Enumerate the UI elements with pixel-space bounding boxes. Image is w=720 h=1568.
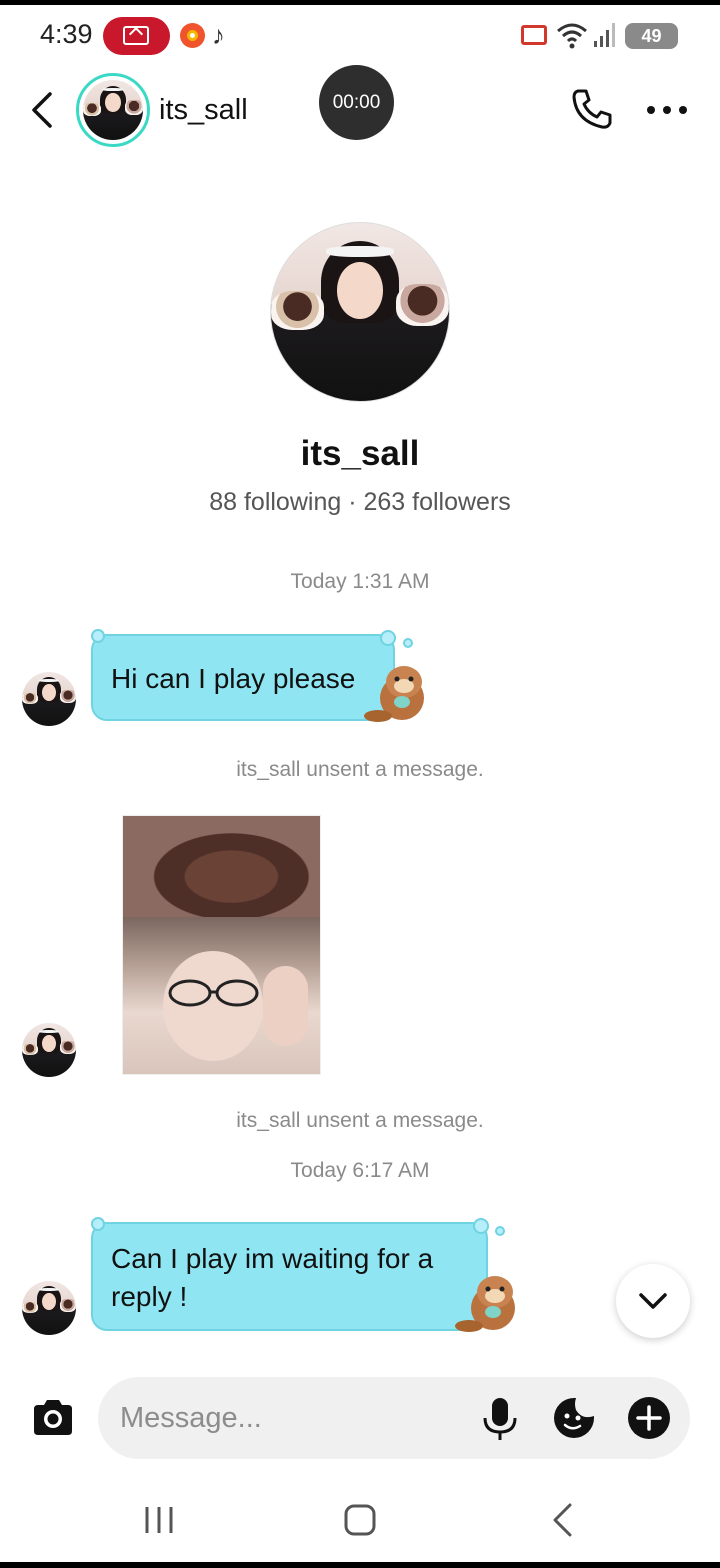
timestamp: Today 6:17 AM xyxy=(290,1159,430,1182)
message-text-line: reply ! xyxy=(111,1281,188,1312)
otter-sticker-icon xyxy=(364,666,424,722)
more-options-button[interactable] xyxy=(645,96,689,124)
add-content-button[interactable] xyxy=(627,1396,671,1440)
call-button[interactable] xyxy=(568,85,616,133)
profile-name[interactable]: its_sall xyxy=(0,434,720,474)
header-avatar[interactable] xyxy=(76,73,150,147)
microphone-button[interactable] xyxy=(480,1396,520,1442)
message-bubble[interactable]: Can I play im waiting for a reply ! xyxy=(91,1217,505,1331)
battery-indicator: 49 xyxy=(625,23,678,49)
message-text: Hi can I play please xyxy=(111,663,356,694)
shared-photo[interactable] xyxy=(122,815,321,1075)
home-button[interactable] xyxy=(343,1503,377,1537)
timestamp: Today 1:31 AM xyxy=(290,570,430,593)
profile-avatar[interactable] xyxy=(270,222,450,402)
back-button[interactable] xyxy=(24,88,64,132)
call-timer: 00:00 xyxy=(319,65,394,140)
status-time: 4:39 xyxy=(40,19,93,49)
chevron-down-icon xyxy=(639,1293,667,1309)
notification-app-icon xyxy=(180,23,205,48)
scroll-to-bottom-button[interactable] xyxy=(616,1264,690,1338)
signal-icon xyxy=(594,23,615,47)
message-input[interactable] xyxy=(120,1395,460,1441)
message-bubble[interactable]: Hi can I play please xyxy=(91,629,413,721)
unsent-notice: its_sall unsent a message. xyxy=(236,758,484,781)
message-avatar[interactable] xyxy=(22,1281,76,1335)
cast-icon xyxy=(521,25,547,45)
otter-sticker-icon xyxy=(455,1276,515,1332)
wifi-icon xyxy=(557,23,587,49)
header-username[interactable]: its_sall xyxy=(159,94,248,127)
message-composer xyxy=(98,1377,690,1459)
profile-stats: 88 following · 263 followers xyxy=(209,488,511,516)
sticker-button[interactable] xyxy=(552,1396,596,1440)
message-avatar[interactable] xyxy=(22,1023,76,1077)
screen-record-icon xyxy=(103,17,170,55)
screen-bottom-edge xyxy=(0,1562,720,1568)
unsent-notice: its_sall unsent a message. xyxy=(236,1109,484,1132)
system-back-button[interactable] xyxy=(548,1501,576,1539)
recent-apps-button[interactable] xyxy=(142,1503,176,1537)
message-text-line: Can I play im waiting for a xyxy=(111,1243,434,1274)
tiktok-notification-icon: ♪ xyxy=(212,20,225,50)
message-avatar[interactable] xyxy=(22,672,76,726)
camera-button[interactable] xyxy=(30,1395,76,1441)
status-bar: 4:39 ♪ 49 xyxy=(0,5,720,63)
